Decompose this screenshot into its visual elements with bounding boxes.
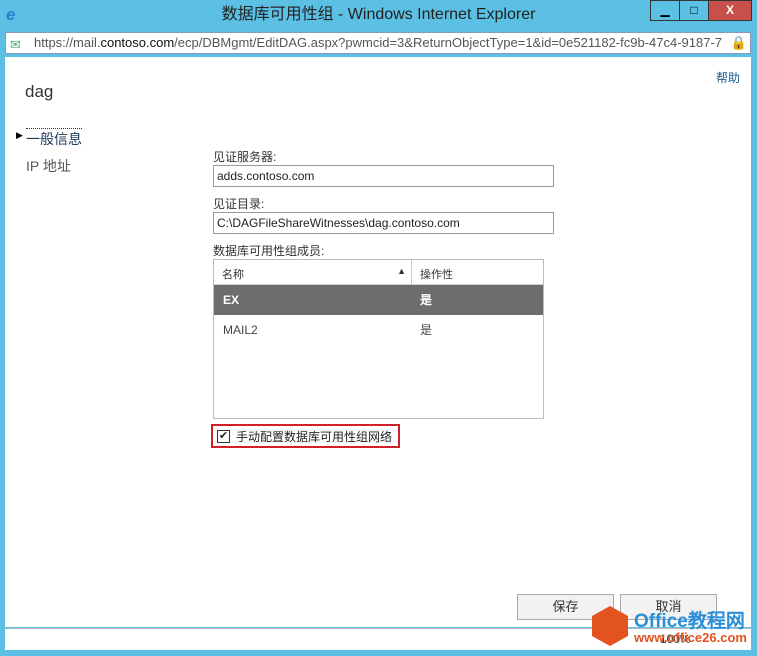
page-icon: ✉ [10, 37, 21, 52]
page-title: dag [25, 82, 54, 101]
witness-server-label: 见证服务器: [213, 150, 277, 164]
watermark-url: www.office26.com [634, 630, 747, 645]
witness-server-input[interactable] [213, 165, 554, 187]
maximize-button[interactable]: □ [679, 0, 709, 21]
manual-config-checkbox-row[interactable]: ✔ 手动配置数据库可用性组网络 [211, 424, 400, 448]
caret-right-icon: ▶ [16, 130, 23, 140]
column-header-name[interactable]: 名称 ▲ [214, 260, 412, 284]
address-bar[interactable]: ✉ https://mail.contoso.com/ecp/DBMgmt/Ed… [5, 32, 751, 54]
table-row[interactable]: MAIL2 是 [214, 315, 543, 345]
nav-ip-address[interactable]: IP 地址 [26, 156, 71, 176]
column-header-operational[interactable]: 操作性 [412, 260, 461, 284]
row-operational: 是 [420, 293, 433, 307]
witness-dir-label: 见证目录: [213, 197, 265, 211]
row-name: EX [223, 293, 240, 307]
url-domain: contoso.com [100, 35, 175, 50]
close-button[interactable]: X [708, 0, 752, 21]
table-row[interactable]: EX 是 [214, 285, 543, 315]
url-prefix: https://mail. [34, 35, 101, 50]
sort-asc-icon: ▲ [397, 266, 406, 276]
checkbox-checked-icon[interactable]: ✔ [217, 429, 230, 443]
row-name: MAIL2 [223, 323, 258, 337]
url-path: /ecp/DBMgmt/EditDAG.aspx?pwmcid=3&Return… [174, 35, 723, 50]
members-label: 数据库可用性组成员: [213, 244, 325, 258]
members-table: 名称 ▲ 操作性 EX 是 MAIL2 是 [213, 259, 544, 419]
lock-icon: 🔒 [728, 33, 747, 53]
row-operational: 是 [420, 323, 433, 337]
watermark-brand: Office教程网 [634, 611, 745, 632]
minimize-button[interactable]: ▁ [650, 0, 680, 21]
window-title: 数据库可用性组 - Windows Internet Explorer [221, 6, 536, 23]
column-name-label: 名称 [222, 269, 244, 281]
witness-dir-input[interactable] [213, 212, 554, 234]
help-link[interactable]: 帮助 [716, 69, 740, 86]
nav-general[interactable]: 一般信息 [26, 128, 82, 149]
page-content: 帮助 dag ▶ 一般信息 IP 地址 见证服务器: 见证目录: 数据库可用性组… [5, 57, 751, 627]
manual-config-label: 手动配置数据库可用性组网络 [236, 429, 393, 444]
